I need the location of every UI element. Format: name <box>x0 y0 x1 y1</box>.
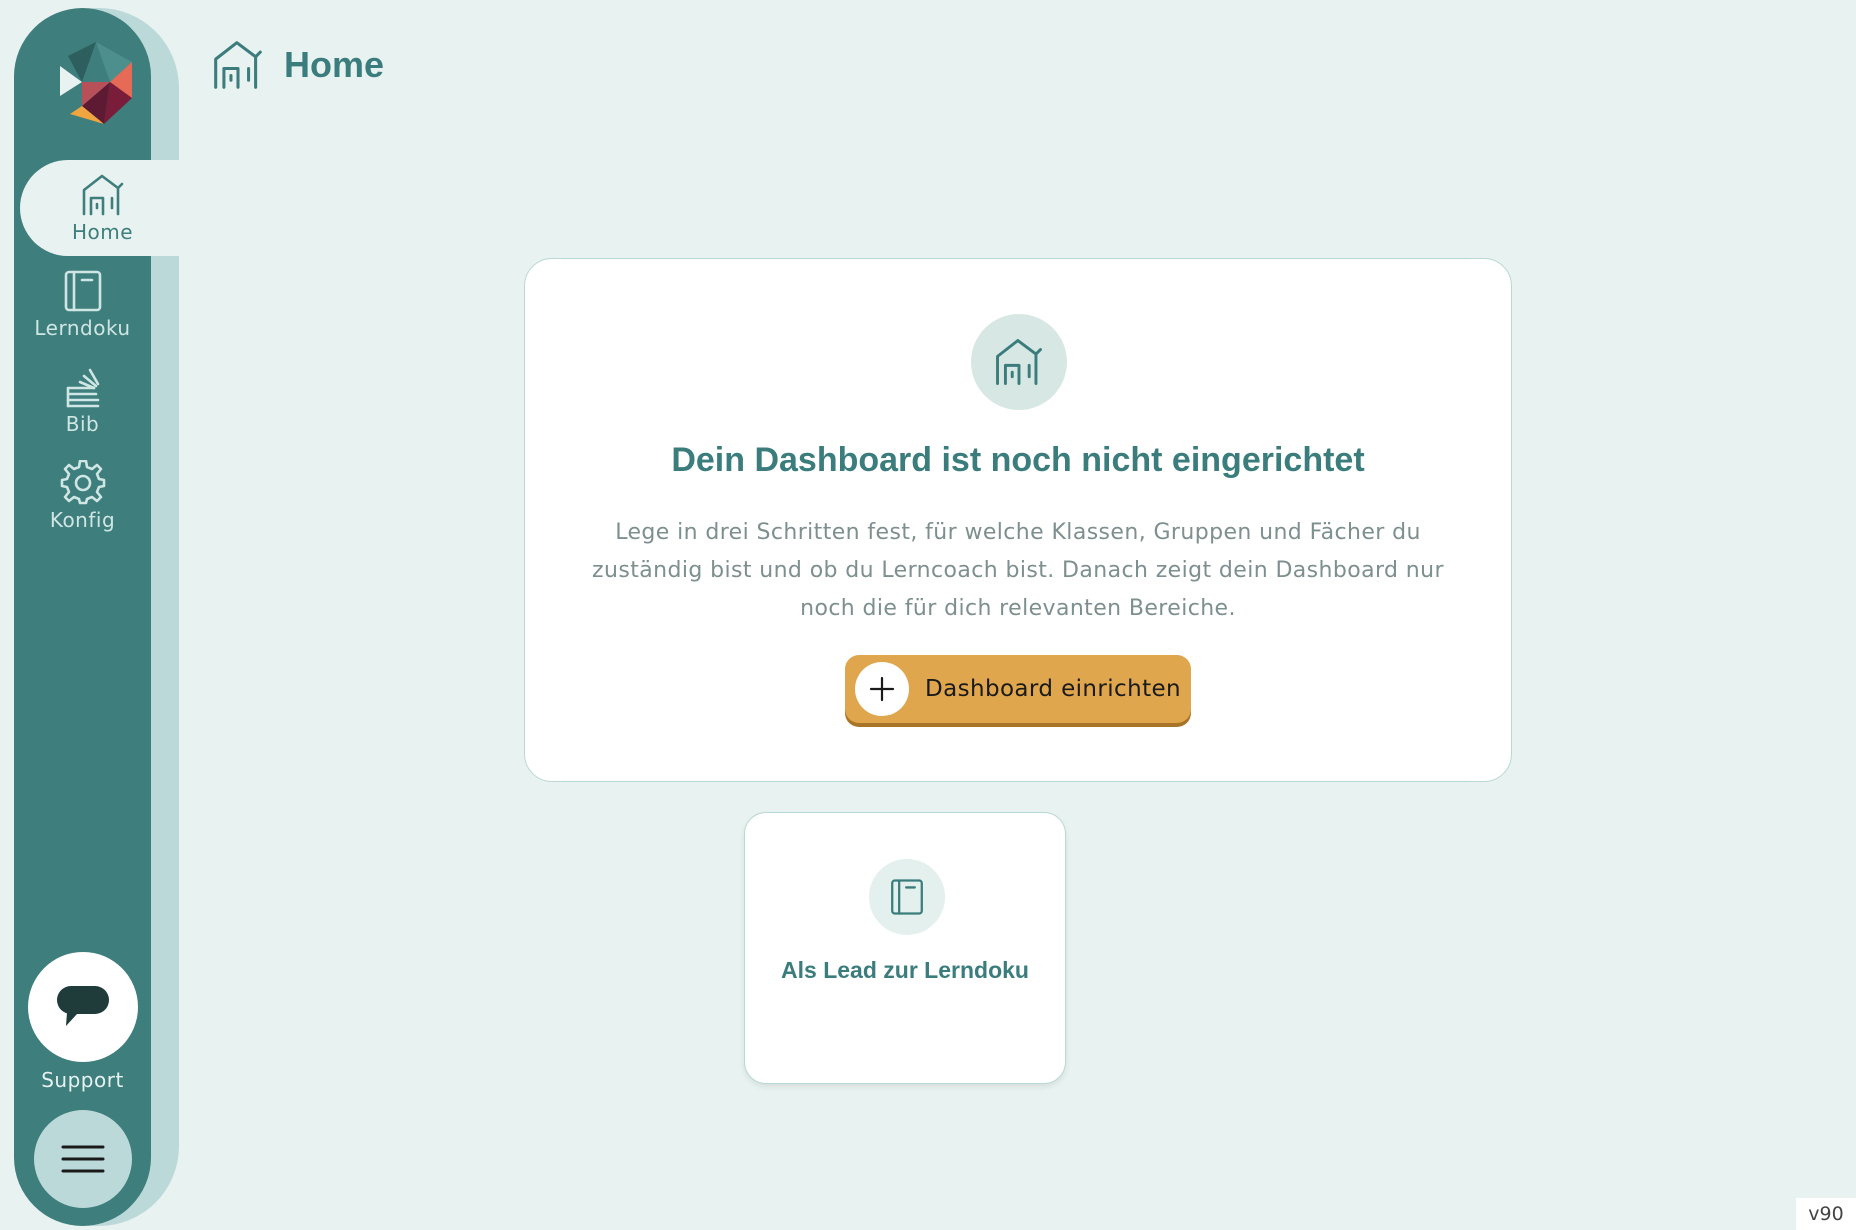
house-icon <box>996 339 1042 385</box>
setup-icon-badge <box>971 314 1067 410</box>
dashboard-setup-card: Dein Dashboard ist noch nicht eingericht… <box>524 258 1512 782</box>
notebook-icon <box>891 879 923 915</box>
sidebar-item-home[interactable]: Home <box>20 160 185 256</box>
gear-icon <box>60 460 105 505</box>
hamburger-icon <box>61 1145 105 1173</box>
sidebar-item-label: Konfig <box>49 508 116 532</box>
notebook-icon <box>64 270 101 312</box>
version-label: v90 <box>1796 1198 1856 1230</box>
sidebar-item-bib[interactable]: Bib <box>14 352 151 448</box>
support-button[interactable] <box>28 952 138 1062</box>
sidebar-item-konfig[interactable]: Konfig <box>14 448 151 544</box>
setup-title: Dein Dashboard ist noch nicht eingericht… <box>671 441 1365 479</box>
books-icon <box>66 368 99 408</box>
page-title: Home <box>284 44 385 85</box>
support-label: Support <box>41 1068 124 1092</box>
app-logo[interactable] <box>48 36 144 132</box>
setup-description: Lege in drei Schritten fest, für welche … <box>592 520 1444 621</box>
house-icon <box>214 41 262 89</box>
chat-bubble-icon <box>57 986 109 1026</box>
lead-lerndoku-card[interactable]: Als Lead zur Lerndoku <box>744 812 1066 1084</box>
menu-button[interactable] <box>34 1110 132 1208</box>
lead-card-label: Als Lead zur Lerndoku <box>781 957 1029 983</box>
lead-icon-badge <box>869 859 945 935</box>
house-icon <box>82 174 123 216</box>
setup-dashboard-button[interactable]: Dashboard einrichten <box>845 655 1191 723</box>
sidebar-item-label: Lerndoku <box>34 316 131 340</box>
sidebar-item-lerndoku[interactable]: Lerndoku <box>14 256 151 352</box>
page-header: Home <box>210 38 384 92</box>
setup-dashboard-button-label: Dashboard einrichten <box>925 676 1182 702</box>
sidebar-item-label: Home <box>71 220 134 244</box>
plus-icon <box>855 662 909 716</box>
sidebar-item-label: Bib <box>65 412 100 436</box>
